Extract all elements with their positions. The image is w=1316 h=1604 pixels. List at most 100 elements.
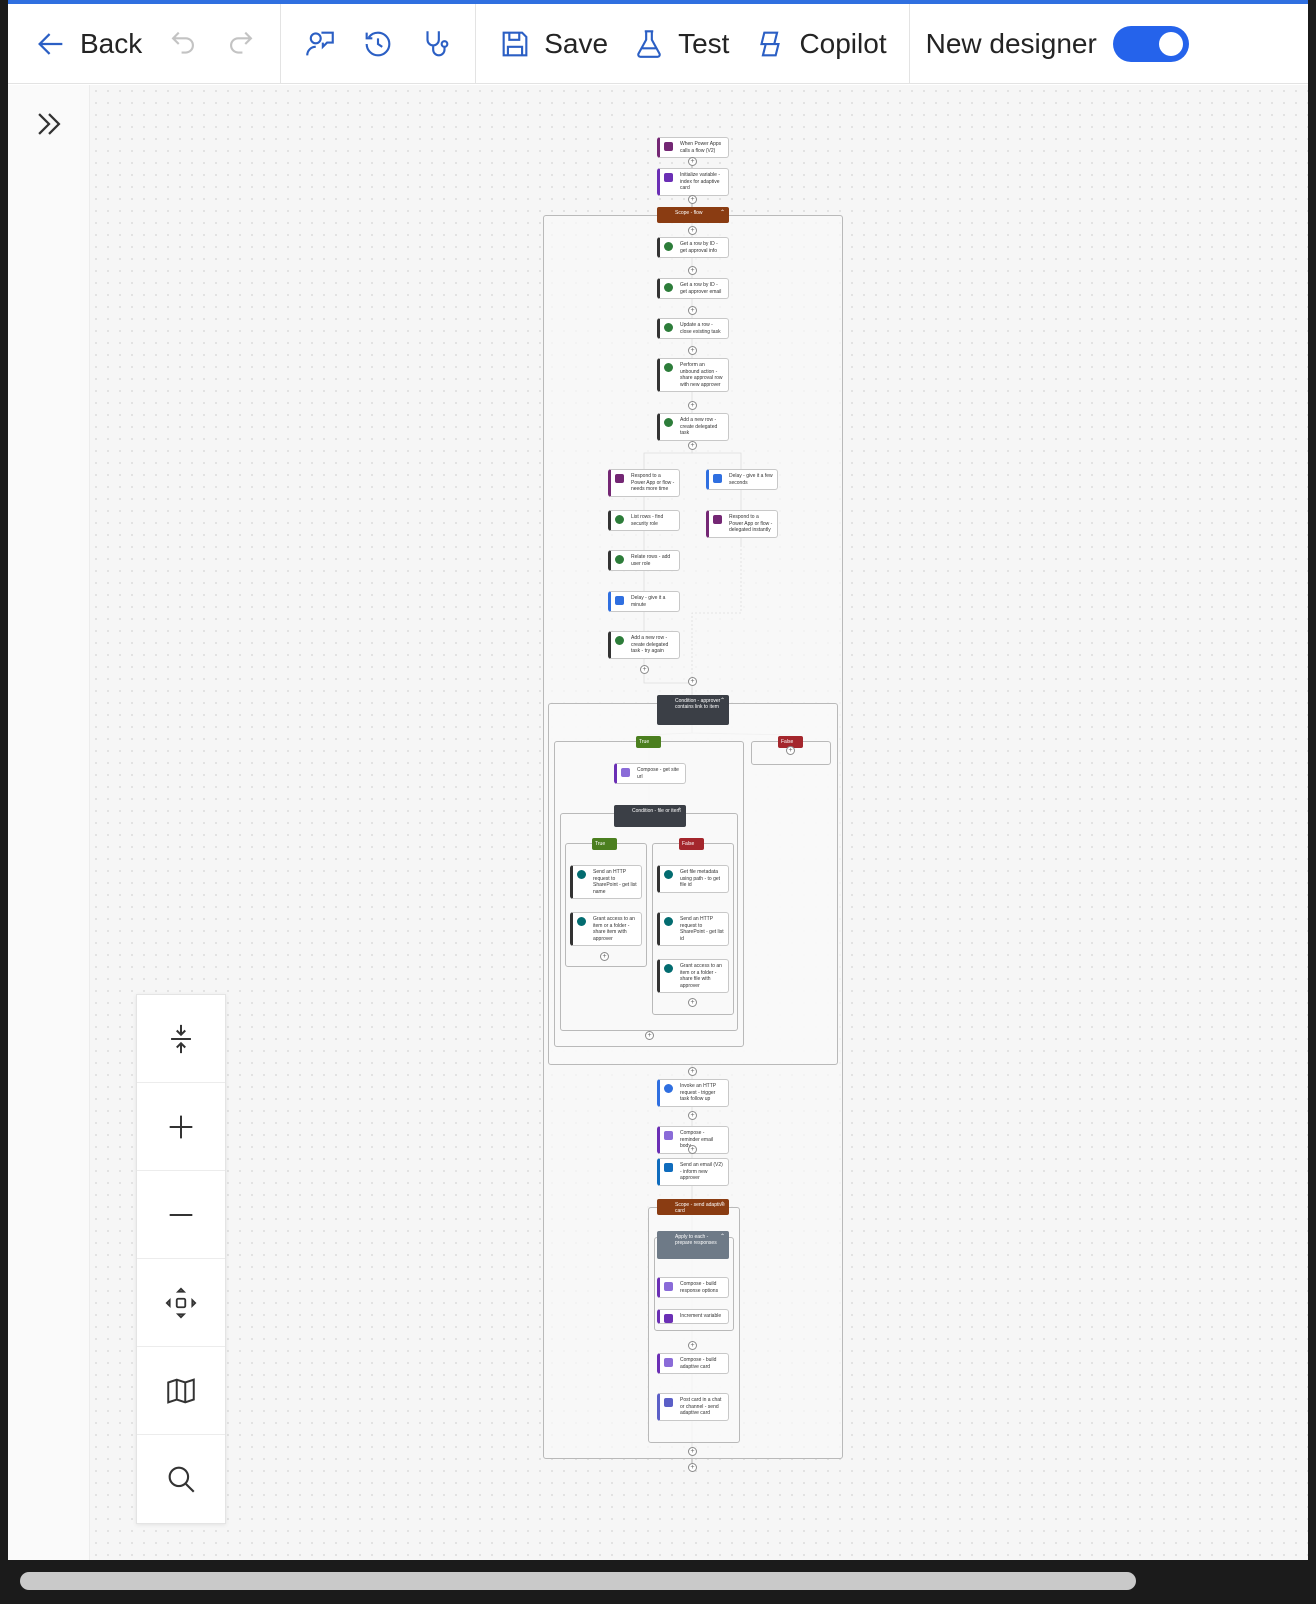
add-step-button[interactable]: +: [688, 306, 697, 315]
flow-canvas[interactable]: When Power Apps calls a flow (V2) Initia…: [90, 85, 1308, 1560]
init-variable-label: Initialize variable - index for adaptive…: [680, 172, 721, 191]
sharepoint-icon: [577, 870, 586, 879]
back-button[interactable]: Back: [22, 16, 154, 72]
grant-item-node[interactable]: Grant access to an item or a folder - sh…: [570, 912, 642, 946]
true-branch-label[interactable]: True: [636, 736, 661, 748]
delay-seconds-node[interactable]: Delay - give it a few seconds: [706, 469, 778, 490]
add-row-label: Add a new row - create delegated task: [680, 417, 718, 436]
scrollbar-thumb[interactable]: [20, 1572, 1136, 1590]
increment-node[interactable]: Increment variable: [657, 1309, 729, 1324]
app: Back Save Test Copilot New designer When…: [0, 0, 1316, 1604]
invoke-http-node[interactable]: Invoke an HTTP request - trigger task fo…: [657, 1079, 729, 1107]
feedback-button[interactable]: [291, 16, 349, 72]
add-step-button[interactable]: +: [688, 1463, 697, 1472]
compose-reminder-label: Compose - reminder email body: [680, 1130, 714, 1149]
inner-true-label[interactable]: True: [592, 838, 617, 850]
fit-view-button[interactable]: [137, 995, 225, 1083]
add-step-button[interactable]: +: [688, 1447, 697, 1456]
get-row-approver-node[interactable]: Get a row by ID - get approver email: [657, 278, 729, 299]
dataverse-icon: [664, 283, 673, 292]
http-list-name-node[interactable]: Send an HTTP request to SharePoint - get…: [570, 865, 642, 899]
send-email-label: Send an email (V2) - inform new approver: [680, 1162, 723, 1181]
clock-icon: [713, 474, 722, 483]
save-button[interactable]: Save: [486, 16, 620, 72]
condition-file-item-header[interactable]: Condition - file or item ⌃: [614, 805, 686, 827]
dataverse-icon: [615, 515, 624, 524]
flow-checker-button[interactable]: [407, 16, 465, 72]
scope-flow-header[interactable]: Scope - flow ⌃: [657, 207, 729, 223]
add-step-button[interactable]: +: [688, 1067, 697, 1076]
add-step-button[interactable]: +: [645, 1031, 654, 1040]
get-row-approval-node[interactable]: Get a row by ID - get approval info: [657, 237, 729, 258]
zoom-out-button[interactable]: [137, 1171, 225, 1259]
add-step-button[interactable]: +: [688, 1111, 697, 1120]
list-rows-node[interactable]: List rows - find security role: [608, 510, 680, 531]
add-step-button[interactable]: +: [688, 677, 697, 686]
relate-rows-node[interactable]: Relate rows - add user role: [608, 550, 680, 571]
add-step-button[interactable]: +: [600, 952, 609, 961]
scope-card-header[interactable]: Scope - send adaptive card ⌃: [657, 1199, 729, 1215]
init-variable-node[interactable]: Initialize variable - index for adaptive…: [657, 168, 729, 196]
powerapps-icon: [615, 474, 624, 483]
compose-card-node[interactable]: Compose - build adaptive card: [657, 1353, 729, 1374]
zoom-in-button[interactable]: [137, 1083, 225, 1171]
add-step-button[interactable]: +: [688, 226, 697, 235]
send-email-node[interactable]: Send an email (V2) - inform new approver: [657, 1158, 729, 1186]
test-button[interactable]: Test: [620, 16, 741, 72]
chevron-double-right-icon[interactable]: [32, 107, 66, 141]
add-step-button[interactable]: +: [688, 157, 697, 166]
flask-icon: [637, 29, 661, 58]
compose-options-node[interactable]: Compose - build response options: [657, 1277, 729, 1298]
search-button[interactable]: [137, 1435, 225, 1523]
new-designer-toggle[interactable]: [1112, 25, 1189, 62]
grant-file-node[interactable]: Grant access to an item or a folder - sh…: [657, 959, 729, 993]
add-step-button[interactable]: +: [640, 665, 649, 674]
search-icon: [168, 1466, 195, 1493]
update-row-node[interactable]: Update a row - close existing task: [657, 318, 729, 339]
add-step-button[interactable]: +: [786, 746, 795, 755]
add-step-button[interactable]: +: [688, 346, 697, 355]
add-step-button[interactable]: +: [688, 1341, 697, 1350]
delay-minute-node[interactable]: Delay - give it a minute: [608, 591, 680, 612]
respond-more-time-node[interactable]: Respond to a Power App or flow - needs m…: [608, 469, 680, 497]
version-history-button[interactable]: [349, 16, 407, 72]
globe-icon: [664, 1084, 673, 1093]
http-list-id-node[interactable]: Send an HTTP request to SharePoint - get…: [657, 912, 729, 946]
compose-site-label: Compose - get site url: [637, 767, 679, 780]
redo-button[interactable]: [212, 16, 270, 72]
add-step-button[interactable]: +: [688, 998, 697, 1007]
add-step-button[interactable]: +: [688, 195, 697, 204]
center-view-button[interactable]: [137, 1259, 225, 1347]
dataverse-icon: [664, 323, 673, 332]
minimap-icon: [167, 1377, 195, 1404]
history-icon: [365, 31, 391, 56]
compose-site-node[interactable]: Compose - get site url: [614, 763, 686, 784]
new-designer-label: New designer: [925, 27, 1097, 59]
redo-icon: [230, 31, 253, 54]
undo-button[interactable]: [154, 16, 212, 72]
add-row-retry-node[interactable]: Add a new row - create delegated task - …: [608, 631, 680, 659]
add-step-button[interactable]: +: [688, 1145, 697, 1154]
file-metadata-node[interactable]: Get file metadata using path - to get fi…: [657, 865, 729, 893]
condition-approver-label: Condition - approver contains link to it…: [675, 698, 721, 710]
horizontal-scrollbar[interactable]: [0, 1560, 1316, 1604]
copilot-button[interactable]: Copilot: [741, 16, 898, 72]
save-icon: [502, 31, 528, 56]
dataverse-icon: [615, 636, 624, 645]
post-card-node[interactable]: Post card in a chat or channel - send ad…: [657, 1393, 729, 1421]
add-row-node[interactable]: Add a new row - create delegated task: [657, 413, 729, 441]
minimap-button[interactable]: [137, 1347, 225, 1435]
add-step-button[interactable]: +: [688, 401, 697, 410]
http-list-name-label: Send an HTTP request to SharePoint - get…: [593, 869, 637, 895]
increment-label: Increment variable: [680, 1313, 722, 1319]
add-step-button[interactable]: +: [688, 266, 697, 275]
apply-each-header[interactable]: Apply to each - prepare responses ⌃: [657, 1231, 729, 1259]
condition-approver-header[interactable]: Condition - approver contains link to it…: [657, 695, 729, 725]
toolbar-tools-group: [281, 4, 477, 84]
add-step-button[interactable]: +: [688, 441, 697, 450]
inner-false-label[interactable]: False: [679, 838, 704, 850]
chevron-up-icon: ⌃: [719, 1202, 725, 1208]
unbound-action-node[interactable]: Perform an unbound action - share approv…: [657, 358, 729, 392]
trigger-node[interactable]: When Power Apps calls a flow (V2): [657, 137, 729, 158]
respond-delegated-node[interactable]: Respond to a Power App or flow - delegat…: [706, 510, 778, 538]
